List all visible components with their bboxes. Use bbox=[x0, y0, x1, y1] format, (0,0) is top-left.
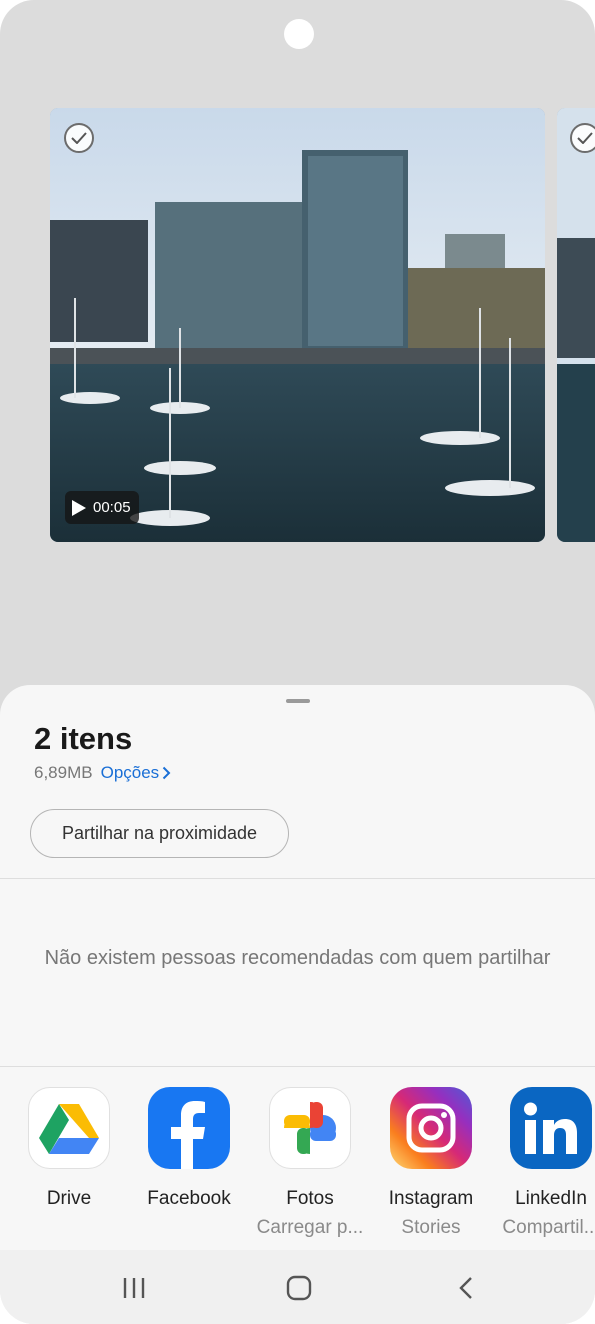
video-thumbnail[interactable]: 00:05 bbox=[50, 108, 545, 542]
app-drive[interactable]: Drive bbox=[9, 1087, 129, 1210]
share-sheet: 2 itens 6,89MB Opções Partilhar na proxi… bbox=[0, 685, 595, 1324]
checkmark-icon bbox=[71, 132, 87, 144]
app-photos[interactable]: Fotos Carregar p... bbox=[250, 1087, 370, 1239]
app-sublabel: Compartil... bbox=[502, 1217, 595, 1238]
home-icon[interactable] bbox=[279, 1272, 319, 1304]
media-preview-strip[interactable]: 00:05 bbox=[0, 108, 595, 544]
item-count-title: 2 itens bbox=[34, 721, 133, 756]
app-share-row[interactable]: Drive Facebook Fotos Carregar p... Insta… bbox=[0, 1087, 595, 1247]
app-label: Drive bbox=[46, 1188, 92, 1209]
total-size: 6,89MB bbox=[34, 763, 93, 782]
divider bbox=[0, 878, 595, 879]
recent-apps-icon[interactable] bbox=[114, 1272, 154, 1304]
selection-checkbox-2[interactable] bbox=[570, 123, 595, 153]
selection-checkbox[interactable] bbox=[64, 123, 94, 153]
app-sublabel: Carregar p... bbox=[256, 1217, 364, 1238]
app-label: LinkedIn bbox=[515, 1188, 587, 1209]
facebook-icon bbox=[148, 1087, 230, 1169]
front-camera bbox=[284, 19, 314, 49]
no-recommended-people-message: Não existem pessoas recomendadas com que… bbox=[44, 947, 551, 969]
app-sublabel: Stories bbox=[401, 1217, 461, 1238]
app-facebook[interactable]: Facebook bbox=[129, 1087, 249, 1210]
google-drive-icon bbox=[28, 1087, 110, 1169]
next-media-thumbnail[interactable] bbox=[557, 108, 595, 542]
google-photos-icon bbox=[269, 1087, 351, 1169]
app-instagram[interactable]: Instagram Stories bbox=[371, 1087, 491, 1239]
nearby-share-button[interactable]: Partilhar na proximidade bbox=[30, 809, 289, 858]
options-link[interactable]: Opções bbox=[101, 763, 172, 783]
app-label: Facebook bbox=[147, 1188, 231, 1209]
checkmark-icon bbox=[577, 132, 593, 144]
harbour-video-frame bbox=[50, 108, 545, 542]
size-row: 6,89MB Opções bbox=[34, 763, 171, 783]
linkedin-icon bbox=[510, 1087, 592, 1169]
video-duration: 00:05 bbox=[93, 499, 131, 516]
app-label: Instagram bbox=[388, 1188, 474, 1209]
instagram-icon bbox=[390, 1087, 472, 1169]
video-duration-badge: 00:05 bbox=[65, 491, 139, 524]
chevron-right-icon bbox=[162, 766, 171, 780]
back-icon[interactable] bbox=[446, 1272, 486, 1304]
sheet-drag-handle[interactable] bbox=[286, 699, 310, 703]
system-navigation-bar bbox=[0, 1250, 595, 1324]
options-label: Opções bbox=[100, 763, 160, 782]
app-label: Fotos bbox=[286, 1188, 334, 1209]
harbour-video-frame-2 bbox=[557, 108, 595, 542]
play-icon bbox=[72, 499, 86, 516]
divider bbox=[0, 1066, 595, 1067]
share-screen: 00:05 2 itens 6,89MB Opções Partilhar na… bbox=[0, 0, 595, 1324]
app-linkedin[interactable]: LinkedIn Compartil... bbox=[491, 1087, 595, 1239]
